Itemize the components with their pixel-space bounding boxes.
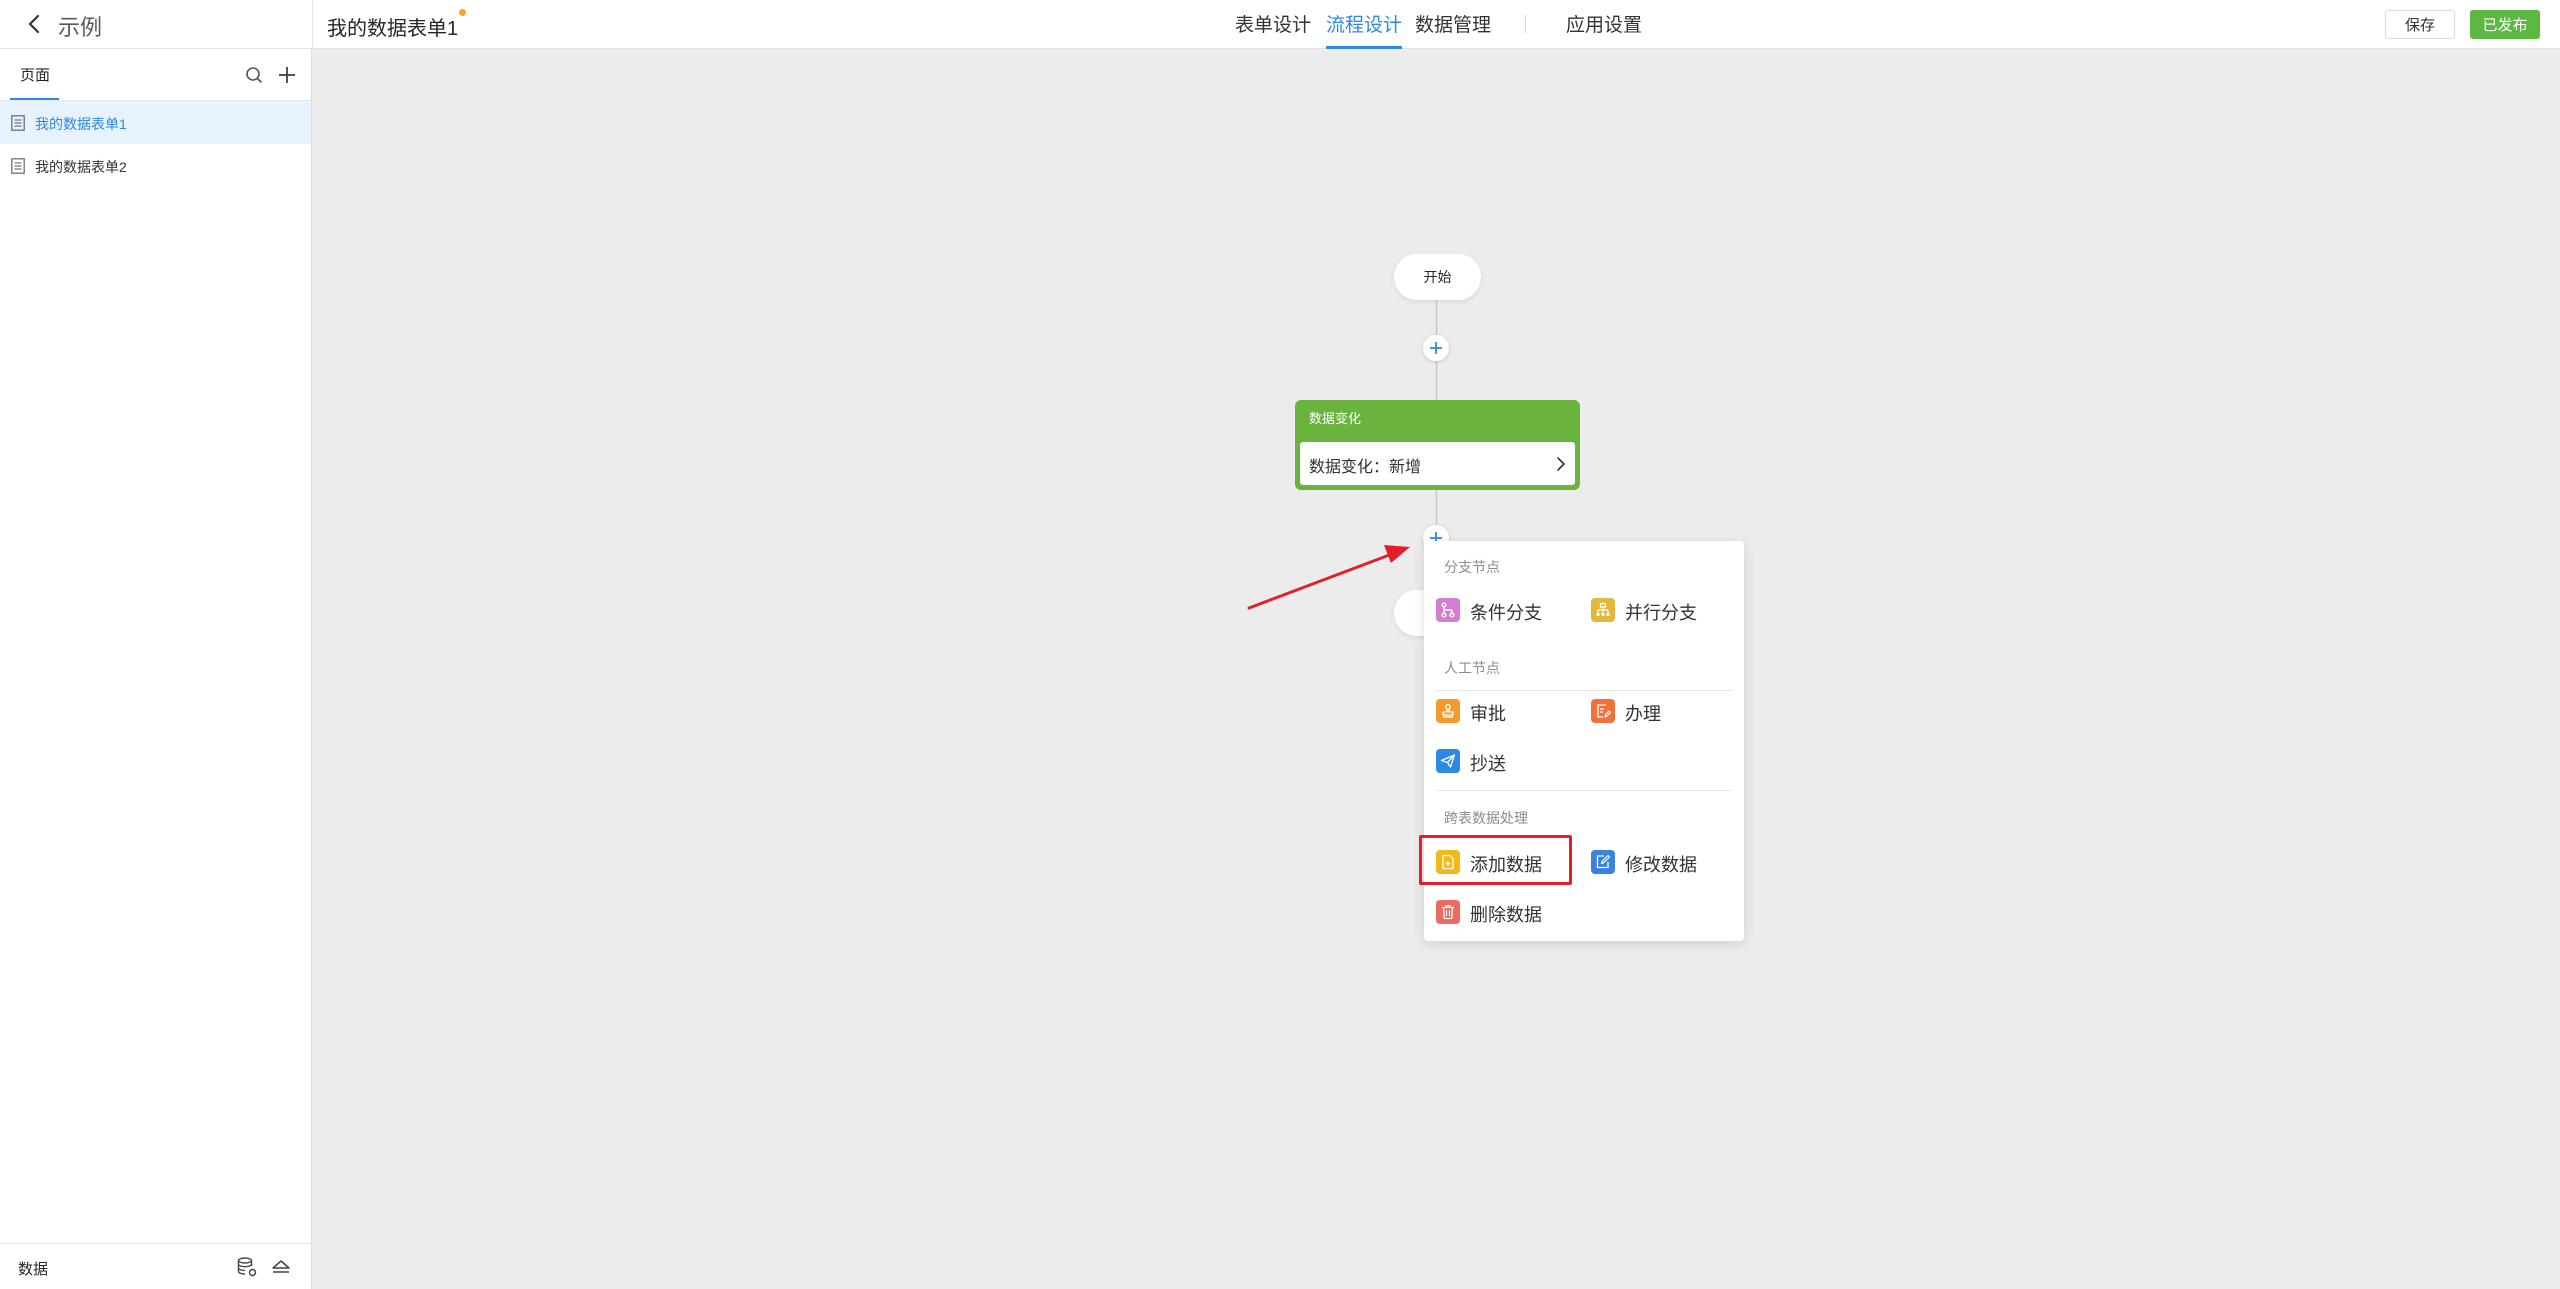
menu-item-edit-data[interactable]: 修改数据 [1591, 842, 1736, 880]
flow-canvas[interactable]: 开始 数据变化 数据变化：新增 分支节点 条件分支 并行分支 人工节点 审批 办… [312, 49, 2560, 1289]
condition-branch-icon [1436, 598, 1460, 622]
send-copy-icon [1436, 749, 1460, 773]
tab-form-design[interactable]: 表单设计 [1235, 10, 1311, 49]
sidebar-item-page-2[interactable]: 我的数据表单2 [0, 144, 311, 187]
start-node[interactable]: 开始 [1394, 254, 1481, 300]
sidebar-item-page-1[interactable]: 我的数据表单1 [0, 101, 311, 144]
parallel-branch-icon [1591, 598, 1615, 622]
menu-item-delete-data[interactable]: 删除数据 [1436, 892, 1581, 930]
menu-item-label: 修改数据 [1625, 855, 1697, 875]
database-settings-button[interactable] [236, 1256, 258, 1278]
plus-icon [1430, 342, 1442, 354]
annotation-highlight-box [1419, 835, 1572, 885]
sidebar: 页面 我的数据表单1 我的数据表单2 数据 [0, 49, 312, 1289]
tab-data-management[interactable]: 数据管理 [1415, 10, 1491, 49]
document-icon [11, 115, 25, 131]
add-node-button-1[interactable] [1423, 335, 1449, 361]
menu-item-parallel-branch[interactable]: 并行分支 [1591, 590, 1736, 628]
menu-item-label: 办理 [1625, 704, 1661, 724]
menu-item-send-copy[interactable]: 抄送 [1436, 741, 1581, 779]
unsaved-indicator-dot [459, 9, 466, 16]
menu-item-label: 删除数据 [1470, 905, 1542, 925]
back-button[interactable] [22, 11, 48, 37]
menu-item-label: 抄送 [1470, 754, 1506, 774]
save-button[interactable]: 保存 [2385, 10, 2455, 39]
top-header: 示例 我的数据表单1 表单设计 流程设计 数据管理 应用设置 保存 已发布 [0, 0, 2560, 49]
menu-item-handle-task[interactable]: 办理 [1591, 691, 1736, 729]
menu-item-approval[interactable]: 审批 [1436, 691, 1581, 729]
plus-icon [279, 67, 295, 83]
sidebar-item-label: 我的数据表单2 [35, 159, 127, 175]
handle-task-icon [1591, 699, 1615, 723]
data-change-trigger-node[interactable]: 数据变化 数据变化：新增 [1295, 400, 1580, 490]
sidebar-tab-pages[interactable]: 页面 [10, 49, 59, 100]
sidebar-footer-label: 数据 [18, 1261, 49, 1278]
document-icon [11, 158, 25, 174]
menu-section-manual-title: 人工节点 [1444, 660, 1500, 676]
publish-button[interactable]: 已发布 [2470, 10, 2540, 39]
database-icon [237, 1257, 257, 1277]
trigger-node-title: 数据变化 [1309, 411, 1362, 426]
chevron-right-icon [1557, 457, 1565, 471]
tab-divider [1525, 15, 1526, 33]
menu-item-label: 并行分支 [1625, 603, 1697, 623]
menu-section-cross-table-title: 跨表数据处理 [1444, 810, 1528, 826]
sidebar-item-label: 我的数据表单1 [35, 116, 127, 132]
sidebar-footer: 数据 [0, 1243, 311, 1289]
menu-section-branch-title: 分支节点 [1444, 559, 1500, 575]
menu-item-label: 审批 [1470, 704, 1506, 724]
menu-item-label: 条件分支 [1470, 603, 1542, 623]
menu-item-condition-branch[interactable]: 条件分支 [1436, 590, 1581, 628]
sidebar-search-button[interactable] [244, 65, 264, 85]
sidebar-add-page-button[interactable] [276, 64, 298, 86]
app-name: 示例 [58, 15, 103, 40]
search-icon [246, 67, 262, 83]
approval-stamp-icon [1436, 699, 1460, 723]
menu-divider [1436, 790, 1732, 791]
trigger-node-summary: 数据变化：新增 [1309, 459, 1422, 476]
edit-data-icon [1591, 850, 1615, 874]
delete-data-icon [1436, 900, 1460, 924]
sidebar-tab-label: 页面 [20, 67, 51, 84]
tab-flow-design[interactable]: 流程设计 [1326, 10, 1403, 49]
tab-app-settings[interactable]: 应用设置 [1566, 10, 1642, 49]
eject-collapse-icon [272, 1260, 290, 1273]
chevron-left-icon [28, 14, 40, 34]
collapse-panel-button[interactable] [270, 1256, 292, 1278]
trigger-node-body[interactable]: 数据变化：新增 [1300, 442, 1575, 485]
form-title: 我的数据表单1 [327, 18, 459, 40]
header-divider [312, 0, 313, 49]
